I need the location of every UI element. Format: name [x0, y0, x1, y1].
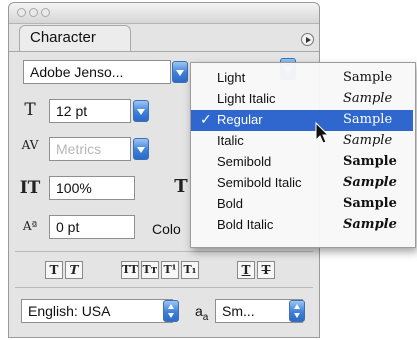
kerning-icon: AV [21, 138, 39, 152]
font-style-menu: Light Sample Light Italic Sample ✓ Regul… [190, 62, 416, 248]
menu-item-sample: Sample [343, 112, 393, 127]
vertical-scale-icon: IT [19, 178, 41, 198]
baseline-shift-icon: Aª [22, 219, 38, 233]
menu-item-label: Semibold [217, 154, 272, 169]
menu-item-sample: Sample [343, 217, 397, 232]
font-family-field[interactable]: Adobe Jenso... [23, 60, 171, 84]
kerning-dropdown-button[interactable] [133, 138, 149, 160]
tab-divider [9, 51, 319, 52]
language-select-button[interactable] [163, 300, 179, 322]
minimize-dot[interactable] [29, 8, 38, 17]
faux-italic-button[interactable]: T [65, 261, 83, 279]
menu-item-label: Light [217, 70, 246, 85]
menu-item-bold-italic[interactable]: Bold Italic Sample [191, 215, 413, 236]
divider-top [15, 251, 313, 252]
checkmark-icon: ✓ [200, 111, 212, 127]
menu-item-label: Semibold Italic [217, 175, 302, 190]
color-label: Colo [152, 221, 181, 237]
menu-item-label: Light Italic [217, 91, 276, 106]
subscript-button[interactable]: T₁ [181, 261, 199, 279]
horizontal-scale-icon: T [174, 176, 188, 197]
antialias-label-sub: a [202, 311, 209, 323]
close-dot[interactable] [17, 8, 26, 17]
menu-item-regular[interactable]: ✓ Regular Sample [191, 110, 413, 131]
panel-menu-button[interactable] [301, 33, 314, 46]
baseline-shift-field[interactable]: 0 pt [49, 215, 135, 239]
menu-item-label: Bold Italic [217, 217, 274, 232]
font-family-dropdown-button[interactable] [172, 61, 188, 83]
menu-item-sample: Sample [343, 70, 393, 85]
antialias-select-button[interactable] [289, 300, 305, 322]
font-size-icon: T [24, 100, 36, 120]
menu-item-sample: Sample [343, 133, 393, 148]
all-caps-button[interactable]: TT [121, 261, 139, 279]
menu-item-semibold[interactable]: Semibold Sample [191, 152, 413, 173]
font-size-dropdown-button[interactable] [133, 100, 149, 122]
strikethrough-button[interactable]: T [257, 261, 275, 279]
mouse-cursor-icon [315, 122, 330, 144]
menu-item-light-italic[interactable]: Light Italic Sample [191, 89, 413, 110]
menu-item-label: Italic [217, 133, 244, 148]
menu-item-label: Bold [217, 196, 244, 211]
menu-item-bold[interactable]: Bold Sample [191, 194, 413, 215]
divider-bottom [15, 287, 313, 288]
menu-item-semibold-italic[interactable]: Semibold Italic Sample [191, 173, 413, 194]
faux-bold-button[interactable]: T [45, 261, 63, 279]
font-size-field[interactable]: 12 pt [49, 99, 131, 123]
language-select[interactable]: English: USA [21, 299, 173, 323]
antialias-label: aa [195, 303, 208, 323]
superscript-button[interactable]: T¹ [161, 261, 179, 279]
small-caps-button[interactable]: Tт [141, 261, 159, 279]
menu-item-sample: Sample [343, 196, 397, 211]
antialias-label-a: a [195, 303, 203, 319]
menu-item-sample: Sample [343, 175, 397, 190]
menu-item-sample: Sample [343, 154, 397, 169]
zoom-dot[interactable] [41, 8, 50, 17]
tab-character[interactable]: Character [19, 25, 131, 51]
vertical-scale-field[interactable]: 100% [49, 176, 135, 200]
menu-item-italic[interactable]: Italic Sample [191, 131, 413, 152]
menu-item-sample: Sample [343, 91, 393, 106]
underline-button[interactable]: T [237, 261, 255, 279]
kerning-field[interactable]: Metrics [49, 137, 131, 161]
menu-item-label: Regular [217, 112, 263, 127]
menu-item-light[interactable]: Light Sample [191, 68, 413, 89]
panel-titlebar[interactable] [9, 3, 319, 24]
